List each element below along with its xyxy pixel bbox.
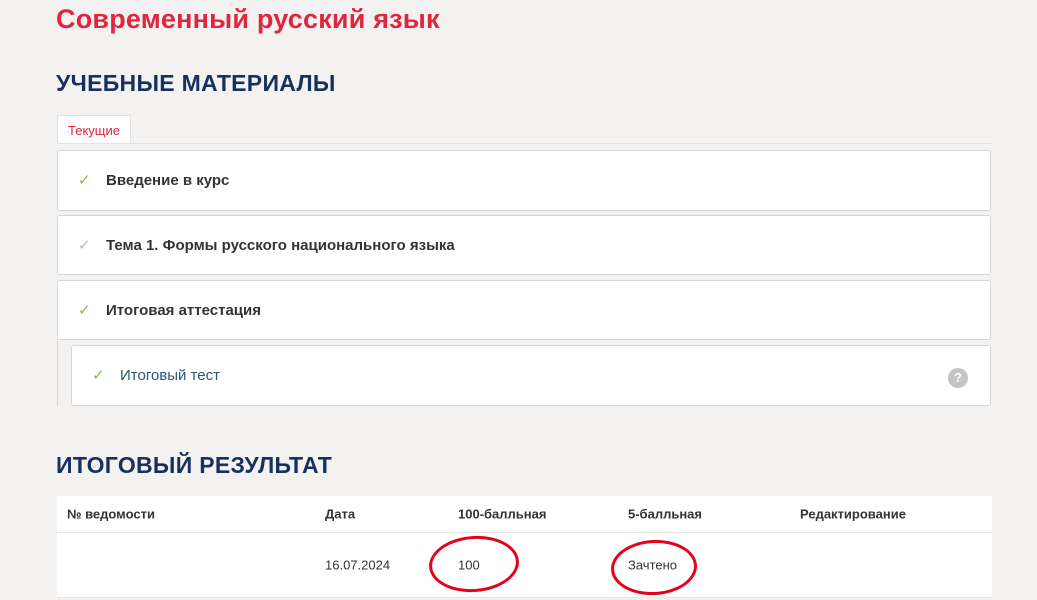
check-icon: ✓ <box>78 301 91 319</box>
check-icon: ✓ <box>78 236 91 254</box>
table-header: № ведомости Дата 100-балльная 5-балльная… <box>57 496 992 533</box>
material-item-intro[interactable]: ✓ Введение в курс <box>57 150 991 211</box>
check-icon: ✓ <box>78 172 91 189</box>
sub-item-final-test[interactable]: ✓ Итоговый тест ? <box>71 345 991 406</box>
result-heading: ИТОГОВЫЙ РЕЗУЛЬТАТ <box>56 452 333 478</box>
column-header-sheet-no: № ведомости <box>67 506 155 522</box>
materials-heading: УЧЕБНЫЕ МАТЕРИАЛЫ <box>56 70 336 96</box>
cell-date: 16.07.2024 <box>325 557 391 573</box>
column-header-date: Дата <box>325 506 356 522</box>
column-header-edit: Редактирование <box>800 506 906 522</box>
column-header-score-5: 5-балльная <box>628 506 702 522</box>
column-header-score-100: 100-балльная <box>458 506 547 522</box>
check-icon: ✓ <box>92 367 105 384</box>
material-item-topic-1[interactable]: ✓ Тема 1. Формы русского национального я… <box>57 215 991 275</box>
cell-score-100: 100 <box>458 557 480 573</box>
tab-divider <box>57 143 991 144</box>
help-icon[interactable]: ? <box>948 368 968 388</box>
sub-item-rail <box>57 341 72 406</box>
material-item-label: Введение в курс <box>106 172 230 189</box>
table-row: 16.07.2024 100 Зачтено <box>57 533 992 598</box>
page-title: Современный русский язык <box>56 4 440 34</box>
results-table: № ведомости Дата 100-балльная 5-балльная… <box>57 496 992 598</box>
material-item-label: Тема 1. Формы русского национального язы… <box>106 236 455 254</box>
material-item-label: Итоговая аттестация <box>106 301 261 319</box>
tab-current[interactable]: Текущие <box>57 115 131 143</box>
material-item-final-attestation[interactable]: ✓ Итоговая аттестация <box>57 280 991 340</box>
sub-item-label[interactable]: Итоговый тест <box>120 367 220 384</box>
cell-score-5: Зачтено <box>628 557 678 573</box>
